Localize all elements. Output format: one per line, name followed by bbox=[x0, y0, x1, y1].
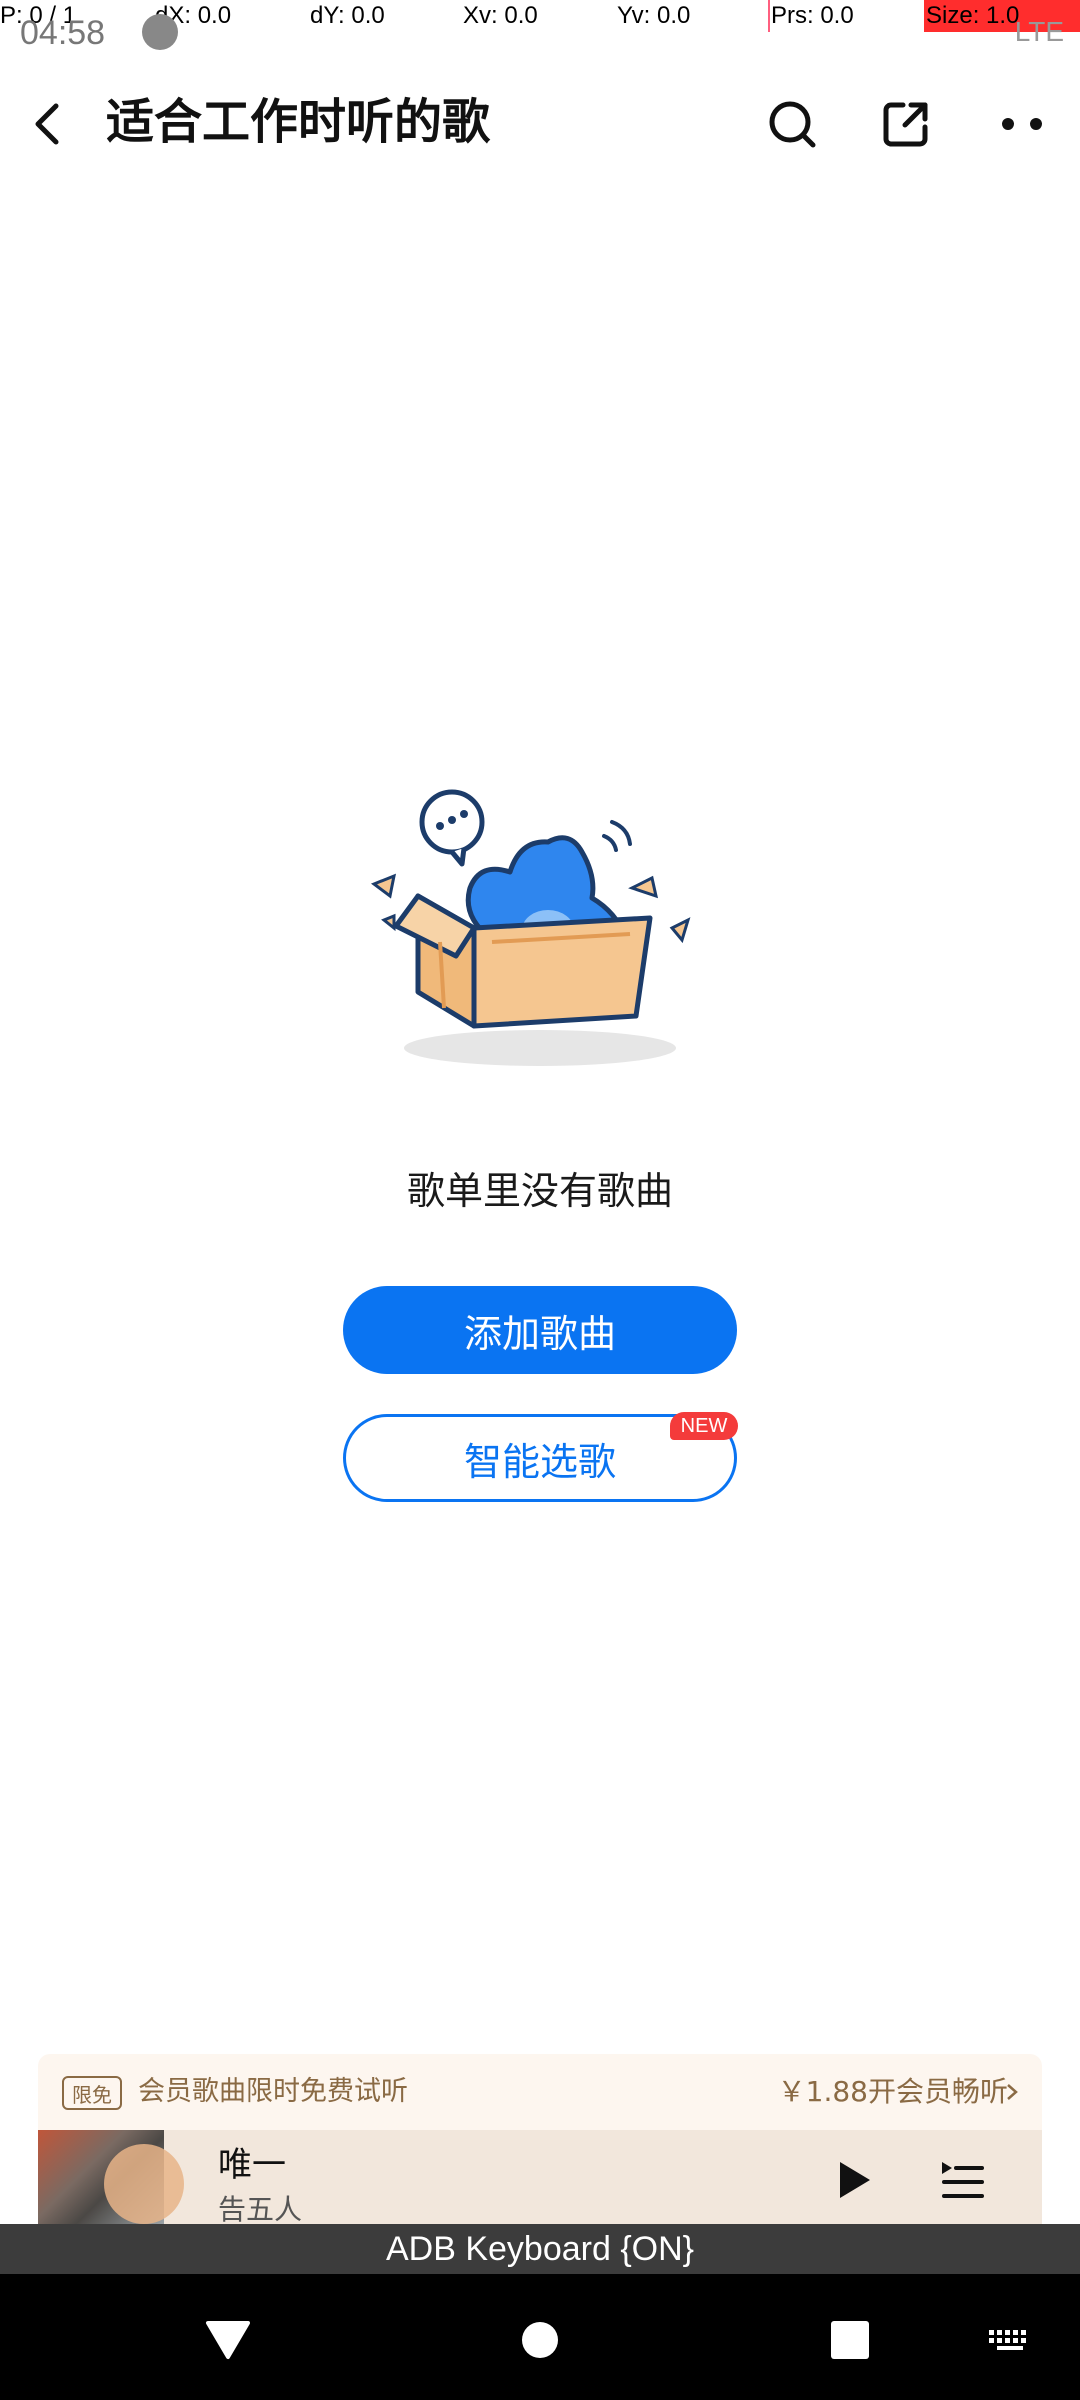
free-trial-tag: 限免 bbox=[62, 2076, 122, 2110]
page-title: 适合工作时听的歌 bbox=[106, 94, 491, 150]
chevron-right-icon bbox=[1007, 2084, 1018, 2100]
nav-back-button[interactable] bbox=[200, 2312, 256, 2368]
search-button[interactable] bbox=[758, 90, 826, 158]
keyboard-switch-button[interactable] bbox=[982, 2312, 1038, 2368]
notification-icon bbox=[142, 14, 178, 50]
debug-divider bbox=[768, 0, 770, 32]
promo-text: 会员歌曲限时免费试听 bbox=[138, 2076, 408, 2107]
song-artist: 告五人 bbox=[218, 2193, 303, 2224]
delta-y: dY: 0.0 bbox=[310, 2, 385, 29]
system-nav-bar bbox=[0, 2274, 1080, 2400]
velocity-y: Yv: 0.0 bbox=[617, 2, 691, 29]
album-cover[interactable] bbox=[38, 2130, 184, 2224]
vip-promo-banner[interactable]: 限免 会员歌曲限时免费试听 ￥1.88开会员畅听 bbox=[38, 2054, 1042, 2130]
search-icon bbox=[769, 101, 816, 148]
empty-message: 歌单里没有歌曲 bbox=[406, 1169, 673, 1213]
nav-recents-icon bbox=[831, 2321, 869, 2359]
pressure: Prs: 0.0 bbox=[771, 2, 854, 29]
adb-keyboard-indicator: ADB Keyboard {ON} bbox=[0, 2224, 1080, 2274]
share-button[interactable] bbox=[872, 90, 940, 158]
more-icon bbox=[1002, 118, 1042, 130]
more-button[interactable] bbox=[988, 90, 1056, 158]
playlist-icon[interactable] bbox=[938, 2156, 986, 2204]
nav-home-icon bbox=[522, 2322, 558, 2358]
velocity-x: Xv: 0.0 bbox=[463, 2, 538, 29]
empty-box-illustration bbox=[370, 789, 691, 1066]
header: 适合工作时听的歌 bbox=[0, 78, 1080, 168]
play-icon[interactable] bbox=[828, 2156, 876, 2204]
vip-price-link[interactable]: ￥1.88开会员畅听 bbox=[778, 2072, 1008, 2112]
share-icon bbox=[883, 102, 928, 147]
back-button[interactable] bbox=[16, 92, 80, 156]
nav-home-button[interactable] bbox=[512, 2312, 568, 2368]
nav-back-icon bbox=[206, 2321, 250, 2359]
keyboard-icon bbox=[989, 2330, 1026, 2350]
mini-player[interactable]: 唯一 告五人 bbox=[38, 2130, 1042, 2224]
nav-recents-button[interactable] bbox=[822, 2312, 878, 2368]
add-songs-button[interactable]: 添加歌曲 bbox=[343, 1286, 737, 1374]
back-icon bbox=[35, 103, 59, 145]
signal-indicator: LTE bbox=[1014, 16, 1064, 47]
song-title: 唯一 bbox=[218, 2145, 286, 2185]
status-time: 04:58 bbox=[20, 14, 106, 52]
new-badge: NEW bbox=[670, 1412, 738, 1440]
